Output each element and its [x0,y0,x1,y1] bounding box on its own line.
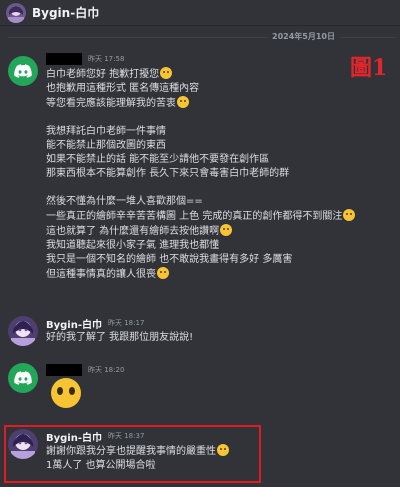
message-line: 等您看完應該能理解我的苦衷 [46,98,176,109]
message-time: 昨天 18:20 [88,366,125,374]
message-line: 如果不能禁止的話 能不能至少請他不要發在創作區 [46,154,270,165]
message-body: 白巾老師您好 抱歉打擾您 也抱歉用這種形式 匿名傳這種內容 等您看完應該能理解我… [46,67,356,282]
message-line: 能不能禁止那個改圖的東西 [46,140,166,151]
pleading-emoji-icon [177,96,189,108]
message-line: 好的我了解了 我跟那位朋友說說! [46,332,194,343]
channel-avatar[interactable] [6,2,26,23]
message-line: 那東西根本不能算創作 長久下來只會毒害白巾老師的群 [46,168,290,179]
message-line: 我想拜託白巾老師一件事情 [46,126,166,137]
message-line: 也抱歉用這種形式 匿名傳這種內容 [46,83,200,94]
username[interactable]: Bygin-白巾 [46,316,102,331]
message-line: 然後不懂為什麼一堆人喜歡那個== [46,196,203,207]
figure-label: 圖1 [350,55,388,81]
message-line: 白巾老師您好 抱歉打擾您 [46,69,160,80]
highlight-box [4,425,261,483]
redacted-username [46,53,82,65]
pleading-emoji-icon [50,378,81,410]
message-line: 這也就算了 為什麼還有繪師去按他讚啊 [46,226,220,237]
message-line: 我只是一個不知名的繪師 也不敢說我畫得有多好 多厲害 [46,254,293,265]
pleading-emoji-icon [160,67,173,79]
frustrated-emoji-icon [157,267,169,279]
user-avatar[interactable] [8,316,38,346]
channel-title: Bygin-白巾 [32,6,100,20]
date-divider: 2024年5月10日 [0,31,400,43]
channel-header: Bygin-白巾 [0,0,400,26]
message-time: 昨天 18:17 [108,319,145,327]
message-line: 但這種事情真的讓人很喪 [46,269,156,280]
redacted-username [46,364,82,376]
message-body: 好的我了解了 我跟那位朋友說說! [46,331,193,345]
message-line: 我知道聽起來很小家子氣 進理我也都懂 [46,240,220,251]
sweat-emoji-icon [343,209,356,221]
crying-emoji-icon [220,224,233,236]
message-line: 一些真正的繪師辛辛苦苦構圖 上色 完成的真正的創作都得不到關注 [46,211,343,222]
date-divider-text: 2024年5月10日 [272,32,335,41]
message-time: 昨天 17:58 [88,55,125,63]
discord-avatar-icon[interactable] [8,56,38,86]
discord-avatar-icon[interactable] [8,363,38,393]
